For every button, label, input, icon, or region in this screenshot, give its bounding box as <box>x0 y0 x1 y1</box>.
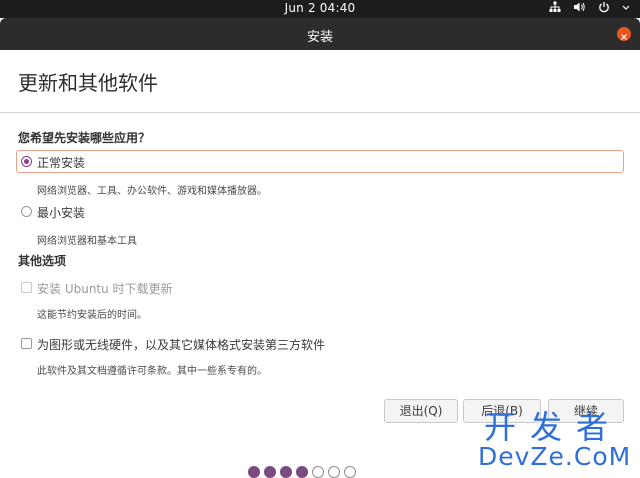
minimal-install-radio[interactable] <box>21 206 32 217</box>
power-icon[interactable] <box>598 1 610 13</box>
watermark: 开发者 DevZe.CoM <box>478 408 632 471</box>
chevron-down-icon[interactable] <box>622 1 630 13</box>
other-options-heading: 其他选项 <box>18 254 67 268</box>
minimal-install-label[interactable]: 最小安装 <box>37 204 85 221</box>
window-title-bar[interactable]: 安装 <box>0 18 640 50</box>
volume-icon[interactable] <box>573 1 586 13</box>
minimal-install-description: 网络浏览器和基本工具 <box>37 236 137 247</box>
clock[interactable]: Jun 2 04:40 <box>0 1 640 15</box>
close-icon <box>621 25 627 44</box>
progress-dot <box>248 466 260 478</box>
system-tray[interactable] <box>549 1 630 13</box>
normal-install-label[interactable]: 正常安装 <box>37 154 85 171</box>
third-party-label[interactable]: 为图形或无线硬件，以及其它媒体格式安装第三方软件 <box>37 336 325 353</box>
progress-dot <box>312 466 324 478</box>
install-question: 您希望先安装哪些应用？ <box>18 131 151 145</box>
watermark-title: 开发者 <box>483 408 622 446</box>
normal-install-option[interactable]: 正常安装 <box>16 150 624 173</box>
progress-dot <box>280 466 292 478</box>
third-party-checkbox[interactable] <box>21 338 32 349</box>
download-updates-checkbox[interactable] <box>21 282 32 293</box>
window-title: 安装 <box>306 30 333 45</box>
step-progress <box>248 466 356 478</box>
progress-dot <box>296 466 308 478</box>
close-button[interactable] <box>617 27 631 41</box>
system-top-bar: Jun 2 04:40 <box>0 0 640 18</box>
progress-dot <box>328 466 340 478</box>
quit-button[interactable]: 退出(Q) <box>384 399 458 423</box>
third-party-description: 此软件及其文档遵循许可条款。其中一些系专有的。 <box>37 366 267 377</box>
normal-install-description: 网络浏览器、工具、办公软件、游戏和媒体播放器。 <box>37 186 267 197</box>
download-updates-label[interactable]: 安装 Ubuntu 时下载更新 <box>37 280 173 297</box>
network-icon[interactable] <box>549 1 561 13</box>
watermark-site: DevZe.CoM <box>478 442 632 471</box>
normal-install-radio[interactable] <box>21 156 32 167</box>
page-header: 更新和其他软件 <box>0 50 640 113</box>
page-title: 更新和其他软件 <box>18 71 158 95</box>
progress-dot <box>264 466 276 478</box>
progress-dot <box>344 466 356 478</box>
download-updates-description: 这能节约安装后的时间。 <box>37 310 147 321</box>
